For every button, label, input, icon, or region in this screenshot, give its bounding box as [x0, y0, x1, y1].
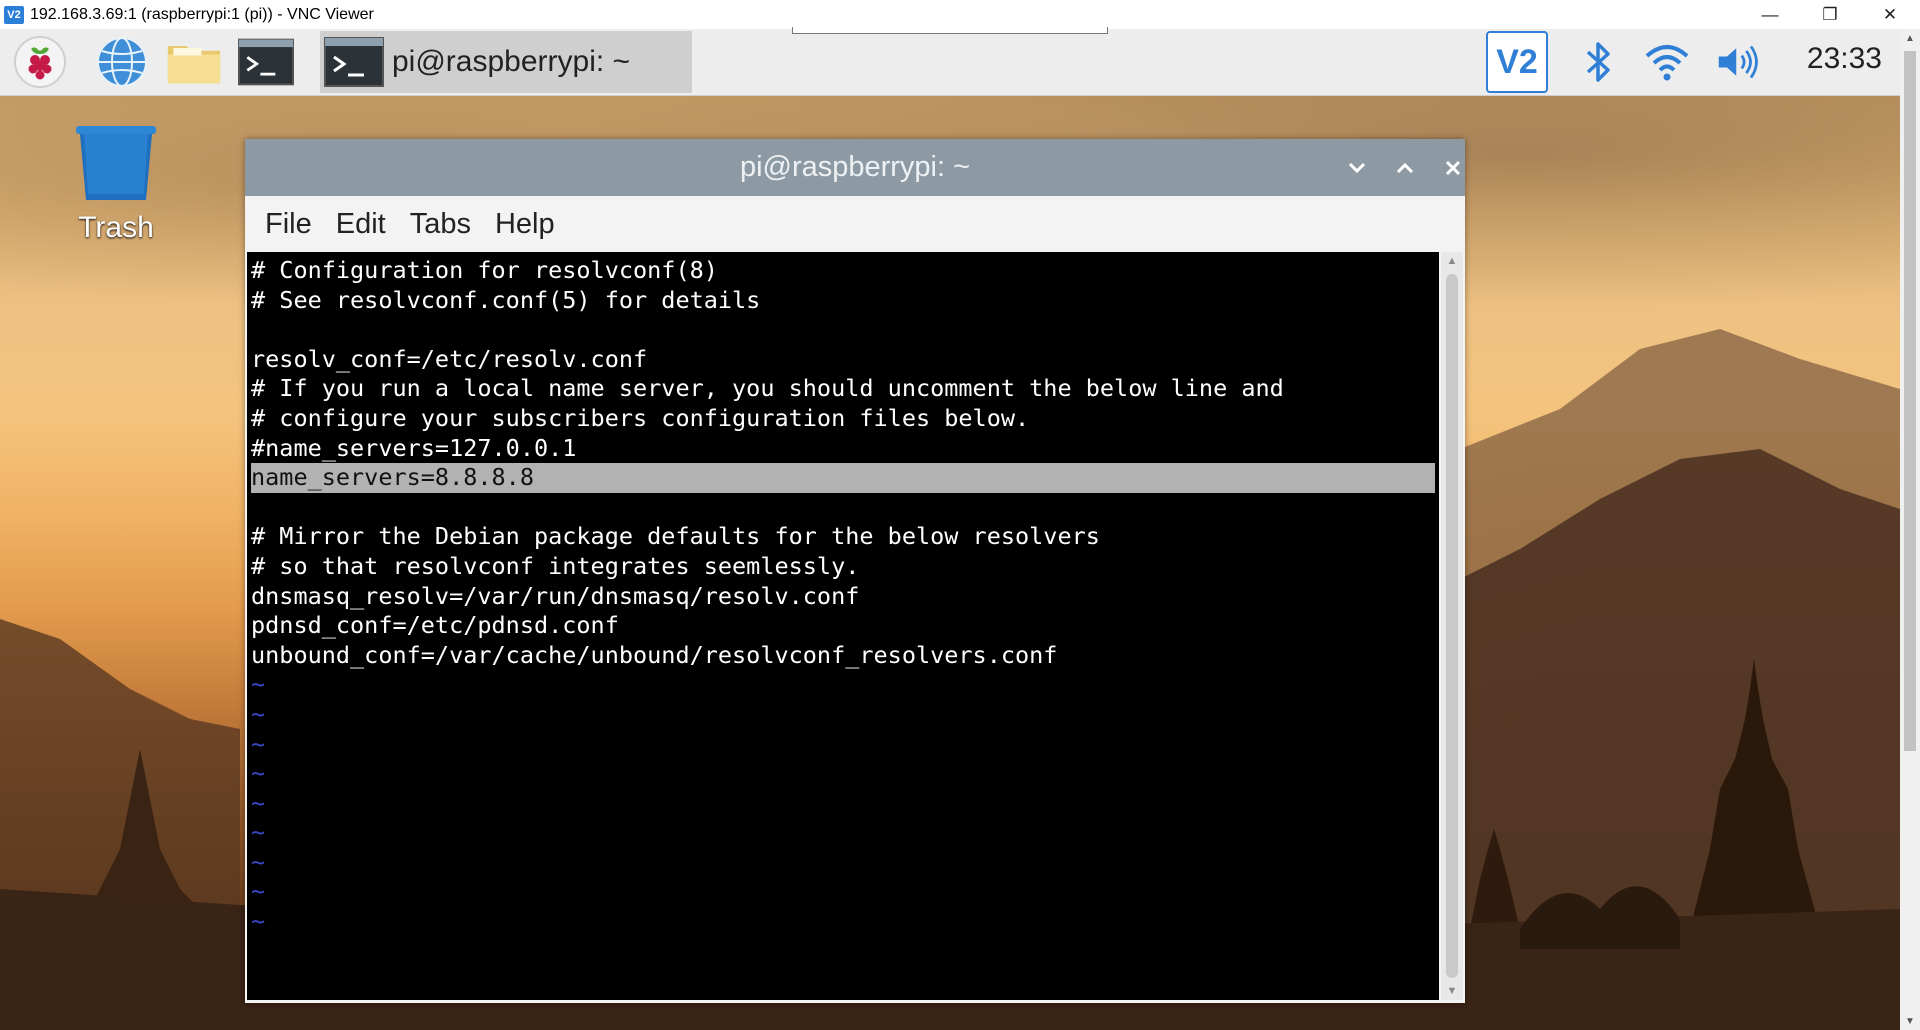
remote-desktop: pi@raspberrypi: ~ V2 23:33 Trash pi@rasp… [0, 29, 1900, 1030]
menu-help[interactable]: Help [493, 208, 557, 241]
scroll-down-icon[interactable]: ▼ [1444, 984, 1460, 998]
chevron-down-icon [1348, 162, 1366, 174]
desktop-icon-trash[interactable]: Trash [66, 124, 166, 245]
terminal-line: ~ [251, 729, 266, 758]
terminal-line: # Mirror the Debian package defaults for… [251, 522, 1100, 551]
vnc-scroll-up-icon[interactable]: ▲ [1900, 29, 1920, 47]
terminal-line: ~ [251, 907, 266, 936]
terminal-text-area[interactable]: # Configuration for resolvconf(8) # See r… [247, 252, 1439, 1000]
menu-edit[interactable]: Edit [334, 208, 388, 241]
terminal-window: pi@raspberrypi: ~ File Edit Tabs Help # … [245, 139, 1465, 1003]
restore-button[interactable]: ❐ [1800, 0, 1860, 29]
close-icon [1445, 160, 1461, 176]
file-manager-icon[interactable] [166, 35, 222, 89]
web-browser-icon[interactable] [94, 35, 150, 89]
terminal-line: ~ [251, 818, 266, 847]
taskbar: pi@raspberrypi: ~ V2 23:33 [0, 29, 1900, 96]
vnc-window-title: 192.168.3.69:1 (raspberrypi:1 (pi)) - VN… [30, 5, 374, 23]
terminal-menubar: File Edit Tabs Help [245, 196, 1465, 252]
clock[interactable]: 23:33 [1807, 42, 1882, 76]
terminal-line: ~ [251, 788, 266, 817]
vnc-scroll-down-icon[interactable]: ▼ [1900, 1012, 1920, 1030]
scrollbar-thumb[interactable] [1446, 274, 1458, 978]
trash-label: Trash [78, 211, 154, 244]
window-close-button[interactable] [1433, 149, 1473, 187]
raspberry-menu-icon[interactable] [12, 35, 68, 89]
window-minimize-button[interactable] [1337, 149, 1377, 187]
menu-tabs[interactable]: Tabs [408, 208, 473, 241]
terminal-line: ~ [251, 699, 266, 728]
minimize-button[interactable]: — [1740, 0, 1800, 29]
chevron-up-icon [1396, 162, 1414, 174]
terminal-titlebar[interactable]: pi@raspberrypi: ~ [245, 139, 1465, 196]
terminal-line: pdnsd_conf=/etc/pdnsd.conf [251, 611, 619, 640]
terminal-line-selected: name_servers=8.8.8.8 [251, 463, 1435, 493]
terminal-line: # See resolvconf.conf(5) for details [251, 285, 761, 314]
terminal-line: # so that resolvconf integrates seemless… [251, 551, 860, 580]
vnc-toolbar-tab[interactable] [792, 27, 1108, 34]
taskbar-task-terminal[interactable]: pi@raspberrypi: ~ [320, 31, 692, 93]
scroll-up-icon[interactable]: ▲ [1444, 254, 1460, 268]
close-button[interactable]: ✕ [1860, 0, 1920, 29]
terminal-line: # Configuration for resolvconf(8) [251, 256, 718, 284]
menu-file[interactable]: File [263, 208, 314, 241]
terminal-line: ~ [251, 847, 266, 876]
terminal-line: dnsmasq_resolv=/var/run/dnsmasq/resolv.c… [251, 581, 860, 610]
terminal-line: # If you run a local name server, you sh… [251, 374, 1284, 403]
vnc-window-controls: — ❐ ✕ [1740, 0, 1920, 29]
vnc-server-icon[interactable]: V2 [1486, 31, 1548, 93]
terminal-line: ~ [251, 759, 266, 788]
terminal-window-title: pi@raspberrypi: ~ [739, 151, 971, 183]
volume-icon[interactable] [1716, 39, 1762, 85]
terminal-line: ~ [251, 877, 266, 906]
terminal-task-icon [324, 37, 384, 87]
trash-icon [76, 126, 156, 200]
bluetooth-icon[interactable] [1576, 39, 1622, 85]
terminal-scrollbar[interactable]: ▲ ▼ [1441, 252, 1463, 1000]
vnc-logo-icon: V2 [4, 5, 24, 24]
terminal-icon[interactable] [238, 35, 294, 89]
taskbar-task-label: pi@raspberrypi: ~ [392, 45, 631, 78]
window-maximize-button[interactable] [1385, 149, 1425, 187]
wifi-icon[interactable] [1644, 39, 1690, 85]
terminal-line: resolv_conf=/etc/resolv.conf [251, 344, 648, 373]
system-tray: V2 23:33 [1460, 29, 1900, 95]
vnc-titlebar: V2 192.168.3.69:1 (raspberrypi:1 (pi)) -… [0, 0, 1920, 29]
terminal-line: ~ [251, 670, 266, 699]
terminal-lines: # Configuration for resolvconf(8) # See r… [251, 256, 1435, 937]
terminal-line: unbound_conf=/var/cache/unbound/resolvco… [251, 640, 1058, 669]
terminal-line: # configure your subscribers configurati… [251, 403, 1030, 432]
vnc-scrollbar-thumb[interactable] [1904, 51, 1916, 751]
vnc-viewer-scrollbar[interactable]: ▲ ▼ [1900, 29, 1920, 1030]
terminal-line: #name_servers=127.0.0.1 [251, 433, 577, 462]
